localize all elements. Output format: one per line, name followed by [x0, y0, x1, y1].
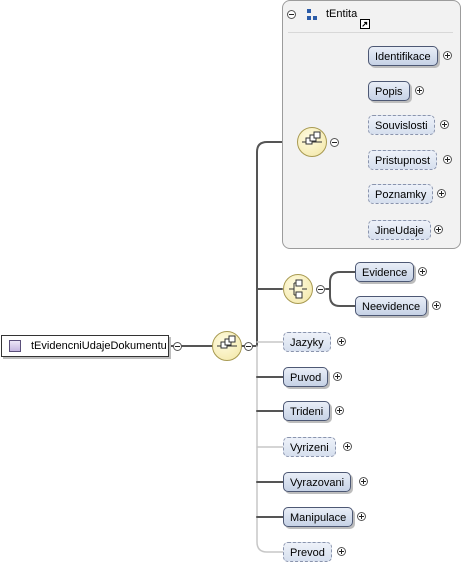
element-jazyky[interactable]: Jazyky — [283, 332, 331, 352]
expand-jineudaje-button[interactable] — [434, 225, 443, 234]
element-souvislosti[interactable]: Souvislosti — [368, 115, 435, 135]
element-vyrazovani[interactable]: Vyrazovani — [283, 472, 352, 492]
collapse-sequence-button[interactable] — [244, 342, 253, 351]
element-neevidence[interactable]: Neevidence — [355, 296, 428, 316]
element-identifikace[interactable]: Identifikace — [368, 46, 438, 66]
expand-popis-button[interactable] — [415, 86, 424, 95]
choice-icon — [289, 279, 307, 299]
element-prevod[interactable]: Prevod — [283, 542, 332, 562]
expand-souvislosti-button[interactable] — [440, 120, 449, 129]
collapse-entity-sequence-button[interactable] — [330, 138, 339, 147]
root-element[interactable]: tEvidencniUdajeDokumentu — [1, 335, 169, 357]
entity-sequence-compositor[interactable] — [297, 127, 327, 157]
choice-compositor[interactable] — [283, 274, 313, 304]
element-puvod[interactable]: Puvod — [283, 367, 329, 387]
sequence-icon — [217, 335, 237, 349]
expand-pristupnost-button[interactable] — [443, 155, 452, 164]
collapse-root-button[interactable] — [173, 342, 182, 351]
collapse-choice-button[interactable] — [316, 285, 325, 294]
root-element-label: tEvidencniUdajeDokumentu — [31, 340, 167, 352]
sequence-compositor[interactable] — [212, 331, 242, 361]
element-vyrizeni[interactable]: Vyrizeni — [283, 437, 336, 457]
expand-jazyky-button[interactable] — [337, 337, 346, 346]
expand-manipulace-button[interactable] — [357, 512, 366, 521]
element-pristupnost[interactable]: Pristupnost — [368, 150, 438, 170]
element-popis[interactable]: Popis — [368, 81, 410, 101]
expand-vyrizeni-button[interactable] — [343, 442, 352, 451]
expand-neevidence-button[interactable] — [432, 301, 441, 310]
element-manipulace[interactable]: Manipulace — [283, 507, 354, 527]
type-reference-icon[interactable] — [360, 19, 370, 29]
element-jineudaje[interactable]: JineUdaje — [368, 220, 431, 240]
element-icon — [9, 340, 21, 352]
sequence-icon — [302, 131, 322, 145]
expand-identifikace-button[interactable] — [443, 51, 452, 60]
complex-type-icon — [307, 9, 317, 20]
expand-trideni-button[interactable] — [335, 406, 344, 415]
expand-vyrazovani-button[interactable] — [359, 477, 368, 486]
expand-poznamky-button[interactable] — [437, 189, 446, 198]
type-name: tEntita — [326, 8, 358, 20]
expand-puvod-button[interactable] — [333, 372, 342, 381]
element-poznamky[interactable]: Poznamky — [368, 184, 434, 204]
group-divider — [288, 32, 453, 33]
expand-prevod-button[interactable] — [337, 547, 346, 556]
element-trideni[interactable]: Trideni — [283, 401, 331, 421]
collapse-type-button[interactable] — [287, 10, 296, 19]
element-evidence[interactable]: Evidence — [355, 262, 415, 282]
expand-evidence-button[interactable] — [418, 267, 427, 276]
